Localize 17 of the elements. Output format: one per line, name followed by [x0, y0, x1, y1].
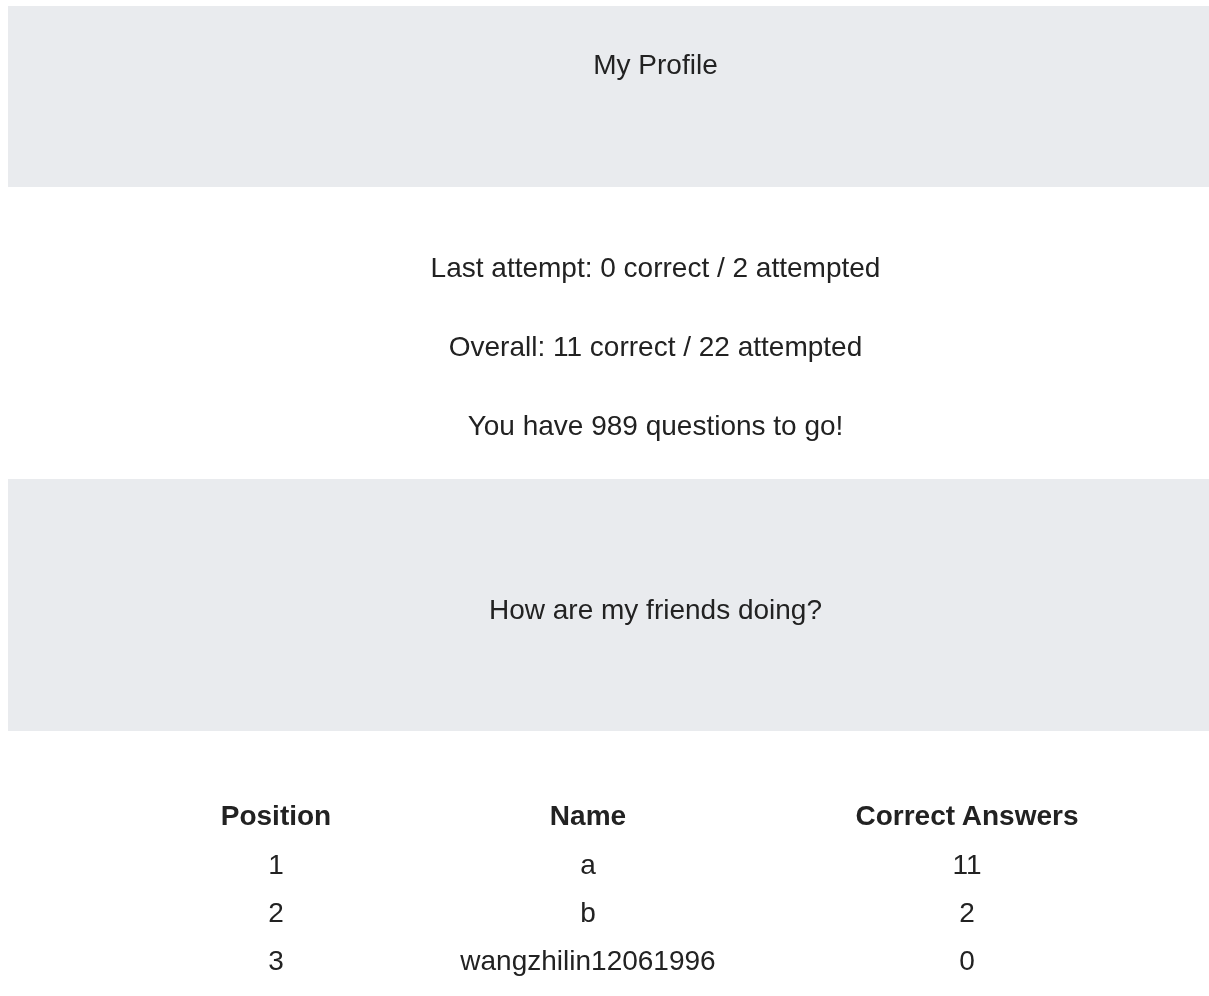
table-cell-text: 11 — [951, 848, 983, 882]
section-title: How are my friends doing? — [488, 594, 822, 625]
table-cell-text: 2 — [958, 896, 976, 930]
column-header: Position — [219, 799, 333, 833]
column-header: Correct Answers — [854, 799, 1080, 833]
table-cell-text: 0 — [958, 944, 976, 978]
stat-text: Last attempt: 0 correct / 2 attempted — [430, 251, 881, 285]
table-cell-text: wangzhilin12061996 — [459, 944, 717, 978]
table-cell-text: a — [579, 848, 597, 882]
stat-text: Overall: 11 correct / 22 attempted — [448, 330, 863, 364]
column-header: Name — [548, 799, 628, 833]
table-cell-text: 1 — [267, 848, 285, 882]
table-cell-text: 2 — [267, 896, 285, 930]
page-title: My Profile — [593, 49, 718, 80]
table-cell-text: 3 — [267, 944, 285, 978]
table-cell-text: b — [579, 896, 597, 930]
stat-text: You have 989 questions to go! — [467, 409, 844, 443]
